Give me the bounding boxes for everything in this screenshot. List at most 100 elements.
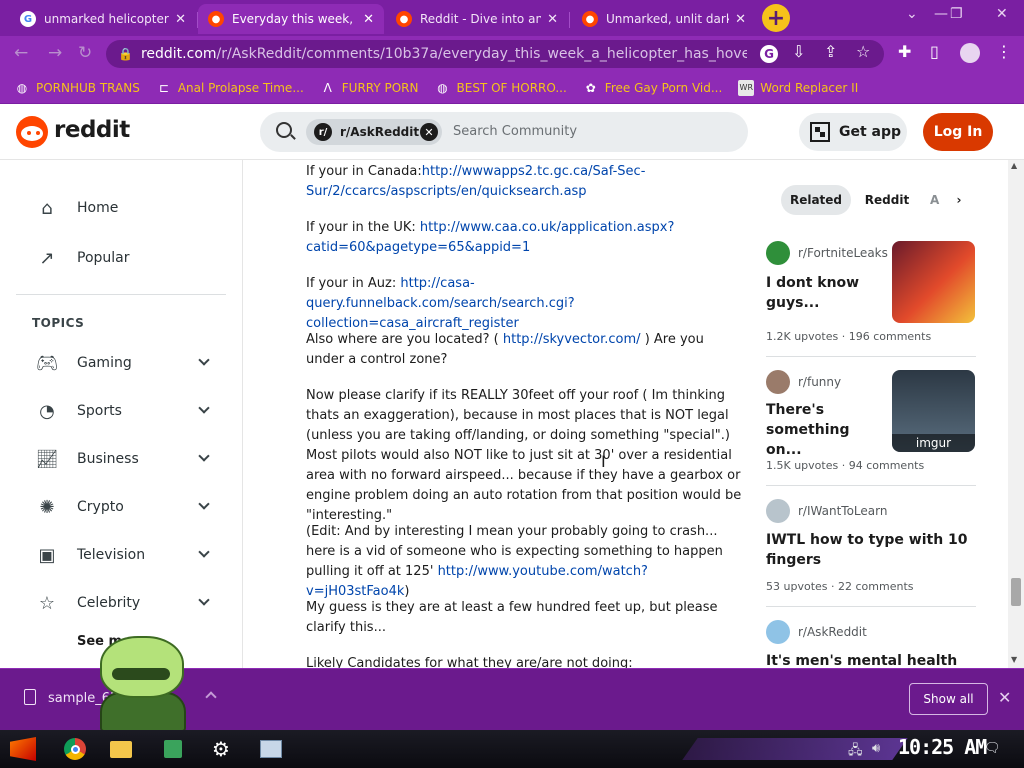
browser-tab[interactable]: ● Unmarked, unlit dark ✕ [572, 4, 756, 34]
close-downloads-icon[interactable]: ✕ [998, 688, 1011, 707]
subreddit-avatar [766, 370, 790, 394]
show-all-button[interactable]: Show all [909, 683, 988, 715]
url-text: reddit.com/r/AskReddit/comments/10b37a/e… [140, 46, 747, 62]
tab-reddit[interactable]: Reddit [860, 185, 914, 215]
scroll-up-arrow-icon[interactable]: ▲ [1011, 161, 1017, 170]
reload-icon[interactable]: ↻ [78, 43, 92, 63]
post-subreddit[interactable]: r/AskReddit [766, 620, 867, 644]
clear-chip-icon[interactable]: ✕ [420, 123, 438, 141]
close-tab-icon[interactable]: ✕ [175, 12, 186, 27]
comment-paragraph: If your in Canada:http://wwwapps2.tc.gc.… [306, 164, 646, 199]
bookmark-icon: ⊏ [158, 80, 169, 95]
globe-icon: ◍ [16, 80, 28, 95]
sidebar-item-celebrity[interactable]: ☆ Celebrity [36, 592, 140, 614]
post-thumbnail[interactable] [892, 241, 975, 323]
post-thumbnail[interactable]: imgur [892, 370, 975, 452]
comment-paragraph: If your in the UK: http://www.caa.co.uk/… [306, 220, 675, 255]
divider [766, 606, 976, 607]
divider [766, 356, 976, 357]
scroll-down-arrow-icon[interactable]: ▼ [1011, 655, 1017, 664]
bookmarks-bar: ◍ PORNHUB TRANS ⊏ Anal Prolapse Time... ΛF… [0, 72, 1024, 104]
restore-icon[interactable]: ❐ [950, 6, 963, 22]
post-title[interactable]: It's men's mental health [766, 651, 976, 668]
browser-tab-active[interactable]: ● Everyday this week, a ✕ [198, 4, 384, 34]
tab-more[interactable]: A [930, 185, 944, 215]
comment-paragraph: My guess is they are at least a few hund… [306, 600, 718, 635]
bookmark-star-icon[interactable]: ☆ [856, 42, 870, 61]
post-subreddit[interactable]: r/funny [766, 370, 841, 394]
popular-arrow-icon: ↗ [39, 247, 55, 269]
file-explorer-icon[interactable] [106, 735, 136, 763]
menu-kebab-icon[interactable]: ⋮ [996, 42, 1012, 61]
settings-gear-icon[interactable]: ⚙ [206, 735, 236, 763]
google-lens-icon[interactable]: G [760, 45, 778, 63]
post-subreddit[interactable]: r/FortniteLeaks [766, 241, 888, 265]
bookmark-item[interactable]: ⊏ Anal Prolapse Time... [156, 80, 304, 96]
image-viewer-icon[interactable] [256, 735, 286, 763]
chevron-right-icon[interactable]: › [952, 185, 966, 215]
related-post[interactable]: r/funny There's something on... 1.5K upv… [766, 370, 976, 474]
close-window-icon[interactable]: ✕ [996, 6, 1008, 22]
reddit-icon: ● [582, 11, 598, 27]
bookmark-item[interactable]: ◍ BEST OF HORRO... [435, 80, 567, 96]
related-post[interactable]: r/FortniteLeaks I dont know guys... 1.2K… [766, 241, 976, 345]
start-button-icon[interactable] [8, 735, 38, 763]
side-panel-icon[interactable]: ▯ [930, 42, 939, 61]
community-search-chip[interactable]: r/ r/AskReddit ✕ [306, 119, 442, 145]
install-app-icon[interactable]: ⇩ [792, 42, 805, 61]
clock[interactable]: 10:25 AM [898, 735, 987, 759]
scrollbar-thumb[interactable] [1011, 578, 1021, 606]
search-placeholder[interactable]: Search Community [453, 124, 577, 139]
sidebar-item-sports[interactable]: ◔ Sports [36, 400, 122, 422]
chrome-taskbar-icon[interactable] [60, 735, 90, 763]
caret-logo-icon: Λ [323, 80, 332, 95]
browser-tab[interactable]: G unmarked helicopter ✕ [10, 4, 196, 34]
extensions-icon[interactable]: ✚ [898, 42, 911, 61]
link[interactable]: http://skyvector.com/ [503, 332, 641, 347]
sidebar-item-business[interactable]: 📈︎ Business [36, 448, 139, 470]
profile-avatar-icon[interactable] [960, 43, 980, 63]
ball-icon: ◔ [39, 400, 55, 422]
forward-arrow-icon[interactable]: → [48, 43, 62, 63]
minimize-icon[interactable]: — [934, 6, 948, 22]
sidebar-item-popular[interactable]: ↗ Popular [36, 247, 129, 269]
login-button[interactable]: Log In [923, 113, 993, 151]
back-arrow-icon[interactable]: ← [14, 43, 28, 63]
tab-related[interactable]: Related [781, 185, 851, 215]
reddit-wordmark[interactable]: reddit [54, 117, 130, 143]
post-title[interactable]: I dont know guys... [766, 273, 884, 313]
character-sticker-body [100, 692, 186, 732]
new-tab-button[interactable]: + [762, 4, 790, 32]
close-tab-icon[interactable]: ✕ [547, 12, 558, 27]
bookmark-item[interactable]: ✿ Free Gay Porn Vid... [583, 80, 723, 96]
comment-paragraph: Now please clarify if its REALLY 30feet … [306, 388, 742, 523]
post-subreddit[interactable]: r/IWantToLearn [766, 499, 887, 523]
post-title[interactable]: There's something on... [766, 400, 884, 460]
post-stats: 1.5K upvotes · 94 comments [766, 459, 925, 472]
tab-search-chevron-icon[interactable]: ⌄ [906, 6, 918, 22]
divider [16, 294, 226, 295]
post-title[interactable]: IWTL how to type with 10 fingers [766, 530, 976, 570]
app-taskbar-icon[interactable] [158, 735, 188, 763]
puzzle-icon: ✿ [585, 80, 596, 95]
notifications-icon[interactable]: 🗨︎ [984, 741, 1001, 756]
related-post[interactable]: r/IWantToLearn IWTL how to type with 10 … [766, 499, 976, 599]
close-tab-icon[interactable]: ✕ [363, 12, 374, 27]
thumbnail-source-label: imgur [892, 434, 975, 452]
google-icon: G [20, 11, 36, 27]
sidebar-item-crypto[interactable]: ✺ Crypto [36, 496, 123, 518]
close-tab-icon[interactable]: ✕ [735, 12, 746, 27]
network-icon[interactable]: 🖧︎ [848, 741, 863, 763]
sidebar-item-television[interactable]: ▣ Television [36, 544, 145, 566]
comment-paragraph: Likely Candidates for what they are/are … [306, 656, 633, 668]
bookmark-item[interactable]: WR Word Replacer II [738, 79, 858, 96]
bookmark-item[interactable]: ◍ PORNHUB TRANS [14, 80, 140, 96]
sidebar-item-home[interactable]: ⌂ Home [36, 197, 118, 219]
browser-tab[interactable]: ● Reddit - Dive into an ✕ [386, 4, 568, 34]
bookmark-item[interactable]: Λ FURRY PORN [320, 80, 419, 96]
sidebar-item-gaming[interactable]: 🎮︎ Gaming [36, 352, 132, 374]
share-icon[interactable]: ⇪ [824, 42, 837, 61]
related-post[interactable]: r/AskReddit It's men's mental health [766, 620, 976, 668]
volume-icon[interactable]: 🔊︎ [872, 741, 880, 756]
qr-code-icon [810, 122, 830, 142]
